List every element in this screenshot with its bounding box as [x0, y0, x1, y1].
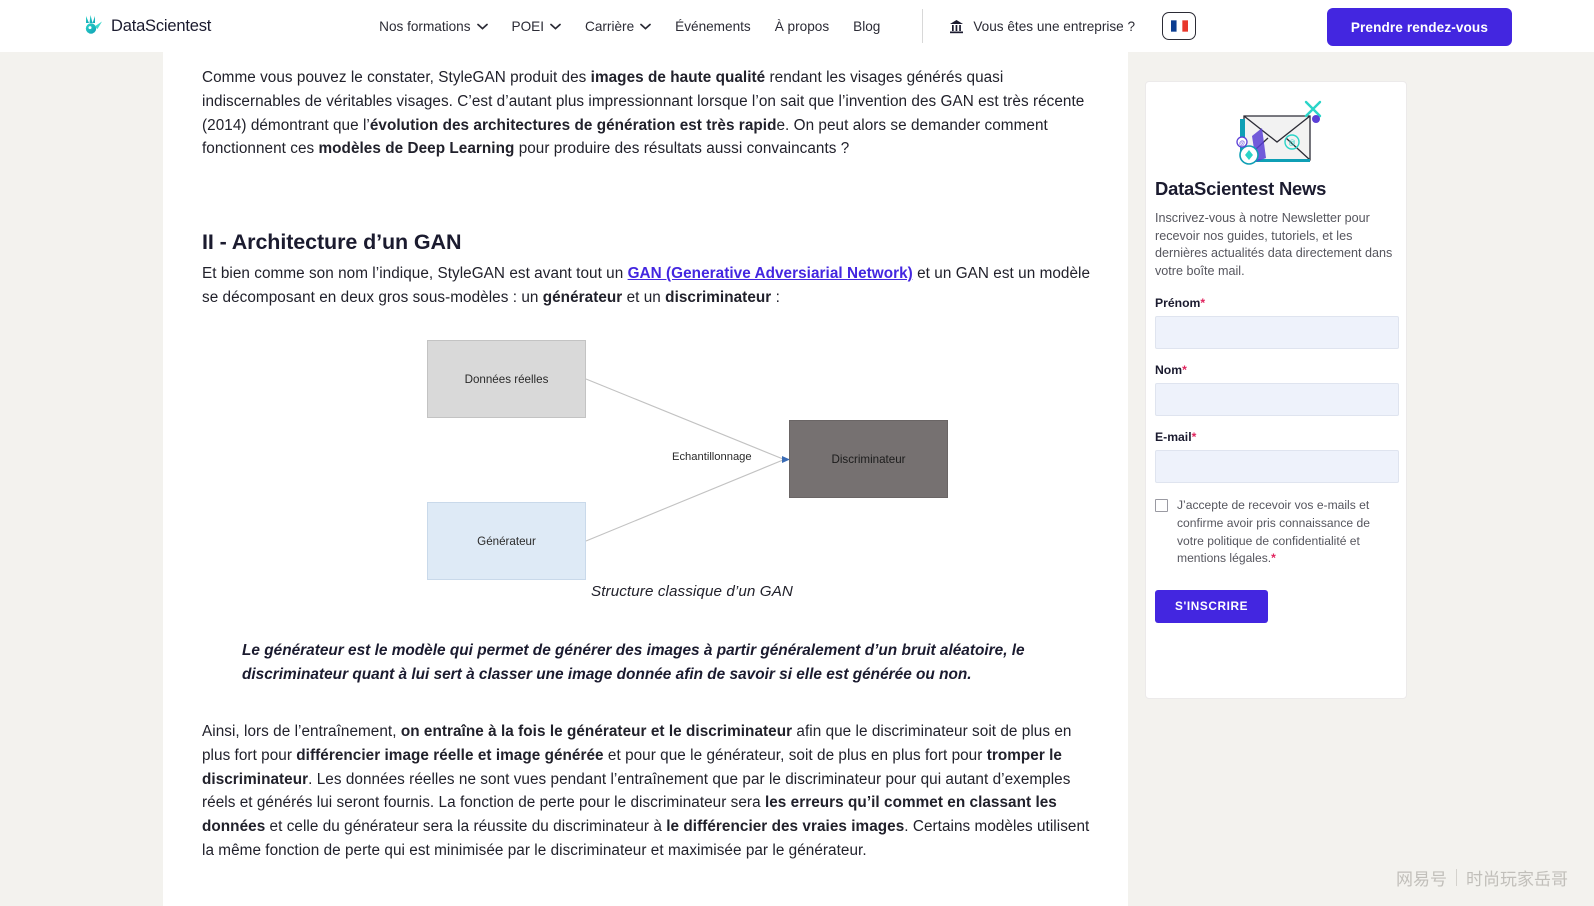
gan-diagram: Données réelles Générateur Discriminateu… [242, 330, 1142, 580]
newsletter-description: Inscrivez-vous à notre Newsletter pour r… [1155, 211, 1393, 278]
consent-row: J’accepte de recevoir vos e-mails et con… [1155, 497, 1397, 567]
chevron-down-icon [640, 23, 651, 30]
diagram-node-discriminateur: Discriminateur [789, 420, 948, 498]
figure-caption: Structure classique d’un GAN [590, 583, 794, 600]
nav-label: Carrière [585, 18, 635, 34]
french-flag-icon [1170, 20, 1188, 32]
nom-input[interactable] [1155, 383, 1399, 417]
label-text: E-mail [1155, 430, 1192, 445]
prendre-rendez-vous-button[interactable]: Prendre rendez-vous [1326, 8, 1512, 46]
nav-label: POEI [511, 18, 545, 34]
text-run: Ainsi, lors de l’entraînement, [202, 723, 401, 740]
field-group-prenom: Prénom* [1155, 296, 1399, 350]
newsletter-form: Prénom* Nom* E-mail* J’accepte de recevo… [1155, 296, 1399, 623]
enterprise-link[interactable]: Vous êtes une entreprise ? [949, 19, 1135, 34]
diagram-node-donnees-reelles: Données réelles [427, 340, 586, 418]
text-run: : [771, 288, 780, 306]
text-run-bold: le différencier des vraies images [666, 818, 905, 836]
section-heading-block: II - Architecture d’un GAN [202, 228, 462, 256]
chevron-down-icon [550, 23, 561, 30]
email-label: E-mail* [1155, 430, 1397, 444]
required-asterisk: * [1200, 296, 1206, 311]
main-navigation: Nos formations POEI Carrière Événements … [367, 19, 892, 34]
text-run-bold: différencier image réelle et image génér… [296, 746, 604, 764]
email-field[interactable] [1155, 450, 1399, 484]
nav-item-a-propos[interactable]: À propos [763, 19, 841, 34]
article-sheet: Comme vous pouvez le constater, StyleGAN… [163, 52, 1128, 906]
text-run-bold: images de haute qualité [590, 69, 766, 86]
paragraph-architecture: Et bien comme son nom l’indique, StyleGA… [202, 262, 1092, 310]
nav-item-evenements[interactable]: Événements [663, 19, 763, 34]
paragraph-closing: Ainsi, lors de l’entraînement, on entraî… [202, 720, 1097, 863]
nav-item-carriere[interactable]: Carrière [573, 19, 663, 34]
paragraph-quote: Le générateur est le modèle qui permet d… [242, 642, 1025, 684]
page-title: II - Architecture d’un GAN [202, 230, 462, 254]
gan-wikipedia-link[interactable]: GAN (Generative Adversiarial Network) [628, 265, 913, 282]
consent-text: J’accepte de recevoir vos e-mails et con… [1177, 497, 1397, 567]
text-run: Et bien comme son nom l’indique, StyleGA… [202, 265, 628, 282]
text-run-bold: évolution des architectures de génératio… [369, 116, 777, 134]
node-label: Données réelles [464, 372, 549, 386]
enterprise-label: Vous êtes une entreprise ? [973, 18, 1136, 34]
prenom-label: Prénom* [1155, 296, 1397, 310]
newsletter-sidebar: @ @ DataScientest News Inscrivez-vous à … [1145, 81, 1407, 699]
required-asterisk: * [1191, 430, 1197, 445]
text-run: et pour que le générateur, soit de plus … [603, 746, 987, 764]
node-label: Discriminateur [831, 452, 906, 466]
bank-icon [949, 19, 964, 34]
text-run: Comme vous pouvez le constater, StyleGAN… [202, 69, 591, 86]
text-run: pour produire des résultats aussi convai… [514, 140, 850, 158]
nom-label: Nom* [1155, 363, 1397, 377]
consent-checkbox[interactable] [1155, 499, 1168, 513]
field-group-email: E-mail* [1155, 430, 1399, 484]
chevron-down-icon [476, 23, 488, 30]
nav-item-blog[interactable]: Blog [841, 19, 892, 34]
datascientest-logo-icon [82, 14, 104, 38]
watermark-separator [1456, 869, 1457, 886]
svg-text:@: @ [1288, 140, 1295, 147]
text-run-bold: on entraîne à la fois le générateur et l… [400, 723, 793, 740]
watermark-author: 时尚玩家岳哥 [1466, 870, 1568, 890]
required-asterisk: * [1271, 551, 1276, 566]
label-text: Prénom [1155, 296, 1201, 311]
watermark: 网易号 时尚玩家岳哥 [1396, 865, 1568, 890]
prenom-input[interactable] [1155, 316, 1399, 350]
nav-label: À propos [774, 18, 830, 34]
header-divider [922, 9, 924, 43]
envelope-illustration-icon: @ @ [1146, 98, 1406, 172]
newsletter-title: DataScientest News [1155, 178, 1327, 199]
nav-item-poei[interactable]: POEI [500, 19, 573, 34]
site-logo[interactable]: DataScientest [82, 14, 211, 38]
text-run-bold: modèles de Deep Learning [318, 140, 515, 158]
svg-text:@: @ [1239, 141, 1245, 147]
paragraph-intro: Comme vous pouvez le constater, StyleGAN… [202, 66, 1094, 161]
logo-text: DataScientest [111, 16, 212, 35]
gan-diagram-figure: Données réelles Générateur Discriminateu… [242, 330, 1142, 600]
text-run-bold: discriminateur [665, 288, 772, 306]
language-switcher[interactable] [1162, 12, 1197, 40]
nav-item-nos-formations[interactable]: Nos formations [367, 19, 499, 34]
required-asterisk: * [1182, 363, 1187, 378]
text-run-bold: générateur [542, 288, 623, 306]
watermark-brand: 网易号 [1396, 870, 1447, 890]
text-run: et un [622, 288, 666, 306]
nav-label: Blog [853, 18, 881, 34]
node-label: Générateur [477, 534, 536, 548]
diagram-node-generateur: Générateur [427, 502, 586, 580]
site-header: DataScientest Nos formations POEI Carriè… [0, 0, 1594, 52]
nav-label: Nos formations [379, 18, 471, 34]
sinscrire-button[interactable]: S'INSCRIRE [1155, 589, 1269, 623]
nav-label: Événements [675, 18, 751, 34]
field-group-nom: Nom* [1155, 363, 1399, 417]
diagram-edge-label-echantillonnage: Echantillonnage [672, 451, 752, 463]
label-text: Nom [1155, 363, 1183, 378]
text-run: et celle du générateur sera la réussite … [265, 818, 667, 836]
page-body: Comme vous pouvez le constater, StyleGAN… [0, 52, 1594, 906]
